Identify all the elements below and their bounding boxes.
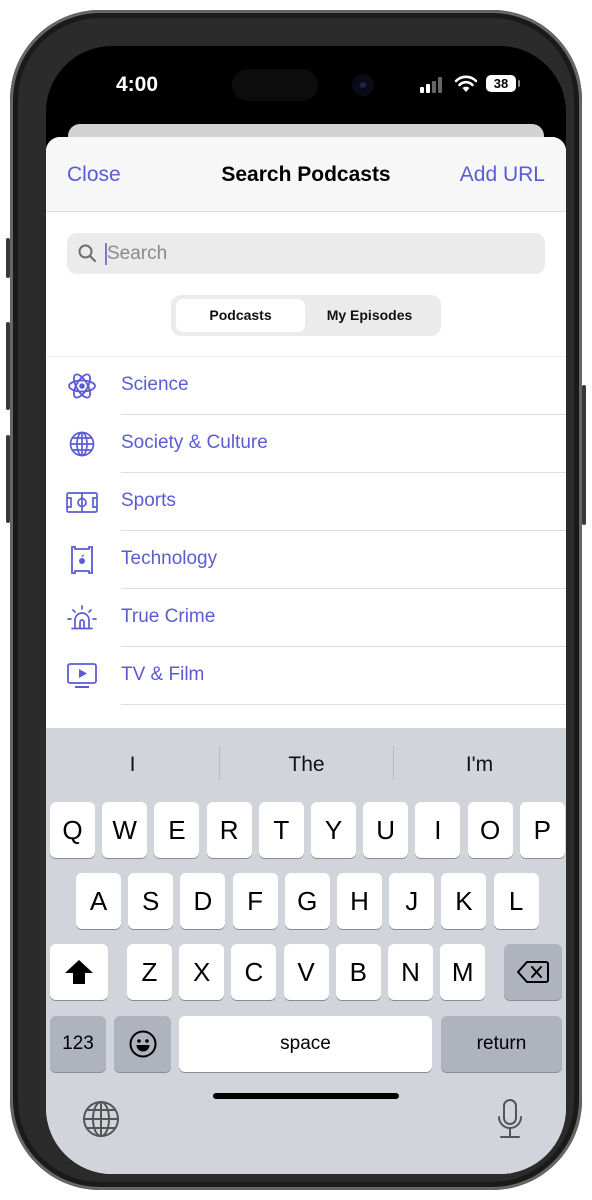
add-url-button[interactable]: Add URL [460, 163, 545, 187]
emoji-key[interactable] [114, 1016, 171, 1072]
sports-field-icon [66, 492, 98, 513]
key-w[interactable]: W [102, 802, 148, 858]
row-divider [121, 704, 566, 705]
category-label: Sports [121, 490, 176, 511]
globe-icon [69, 431, 95, 457]
search-field[interactable] [67, 233, 545, 274]
key-u[interactable]: U [363, 802, 409, 858]
status-bar: 4:00 38 [46, 46, 566, 106]
cellular-signal-icon [420, 77, 442, 93]
suggestion-2[interactable]: The [220, 748, 393, 782]
category-technology[interactable]: Technology [46, 531, 566, 589]
phone-frame: 4:00 38 Close Search Podcasts Add URL Se… [6, 10, 586, 1190]
key-q[interactable]: Q [50, 802, 95, 858]
shift-icon [65, 960, 93, 984]
home-indicator[interactable] [213, 1093, 399, 1099]
delete-key[interactable] [504, 944, 562, 1000]
tv-play-icon [67, 663, 97, 688]
category-science[interactable]: Science [46, 357, 566, 415]
key-h[interactable]: H [337, 873, 382, 929]
category-label: TV & Film [121, 664, 205, 685]
suggestion-3[interactable]: I'm [393, 748, 566, 782]
key-d[interactable]: D [180, 873, 226, 929]
key-n[interactable]: N [388, 944, 433, 1000]
key-l[interactable]: L [493, 873, 539, 929]
globe-keyboard-icon[interactable] [82, 1100, 120, 1138]
wifi-icon [454, 75, 478, 92]
search-icon [78, 244, 97, 263]
category-society-culture[interactable]: Society & Culture [46, 415, 566, 473]
key-s[interactable]: S [128, 873, 174, 929]
numbers-key[interactable]: 123 [50, 1016, 106, 1072]
volume-down-button [6, 435, 10, 523]
key-x[interactable]: X [179, 944, 225, 1000]
key-a[interactable]: A [76, 873, 121, 929]
dynamic-island [232, 69, 318, 101]
key-j[interactable]: J [389, 873, 435, 929]
battery-indicator: 38 [486, 75, 520, 92]
scope-segmented-control: Podcasts My Episodes [171, 295, 441, 336]
segment-podcasts[interactable]: Podcasts [176, 299, 305, 332]
search-input[interactable] [107, 233, 527, 274]
key-f[interactable]: F [232, 873, 278, 929]
microphone-icon[interactable] [496, 1098, 524, 1140]
key-g[interactable]: G [284, 873, 330, 929]
delete-backward-icon [517, 961, 549, 983]
space-key[interactable]: space [179, 1016, 432, 1072]
key-i[interactable]: I [415, 802, 461, 858]
segment-my-episodes[interactable]: My Episodes [305, 299, 434, 332]
key-o[interactable]: O [467, 802, 513, 858]
category-label: Technology [121, 548, 218, 569]
navigation-bar: Close Search Podcasts Add URL [46, 137, 566, 212]
key-p[interactable]: P [519, 802, 565, 858]
category-label: Science [121, 374, 189, 395]
siren-icon [67, 605, 97, 630]
key-v[interactable]: V [283, 944, 329, 1000]
key-b[interactable]: B [335, 944, 381, 1000]
key-t[interactable]: T [258, 802, 304, 858]
shift-key[interactable] [50, 944, 108, 1000]
key-y[interactable]: Y [311, 802, 356, 858]
key-e[interactable]: E [154, 802, 200, 858]
emoji-icon [129, 1030, 156, 1058]
computer-chip-icon [71, 546, 93, 574]
camera-icon [352, 74, 374, 96]
key-c[interactable]: C [231, 944, 277, 1000]
return-key[interactable]: return [441, 1016, 562, 1072]
category-sports[interactable]: Sports [46, 473, 566, 531]
category-list: Science Society & Culture Sports Technol… [46, 356, 566, 705]
key-k[interactable]: K [441, 873, 487, 929]
category-label: True Crime [121, 606, 216, 627]
atom-icon [68, 373, 96, 399]
category-true-crime[interactable]: True Crime [46, 589, 566, 647]
category-tv-film[interactable]: TV & Film [46, 647, 566, 705]
action-button [6, 238, 10, 278]
status-time: 4:00 [116, 73, 159, 96]
volume-up-button [6, 322, 10, 410]
side-button [582, 385, 586, 525]
suggestion-1[interactable]: I [46, 748, 219, 782]
key-r[interactable]: R [206, 802, 252, 858]
key-z[interactable]: Z [127, 944, 172, 1000]
keyboard: I The I'm QWERTYUIOP ASDFGHJKL ZXCVBNM 1… [46, 728, 566, 1174]
category-label: Society & Culture [121, 432, 268, 453]
key-m[interactable]: M [440, 944, 486, 1000]
screen: 4:00 38 Close Search Podcasts Add URL Se… [46, 46, 566, 1174]
